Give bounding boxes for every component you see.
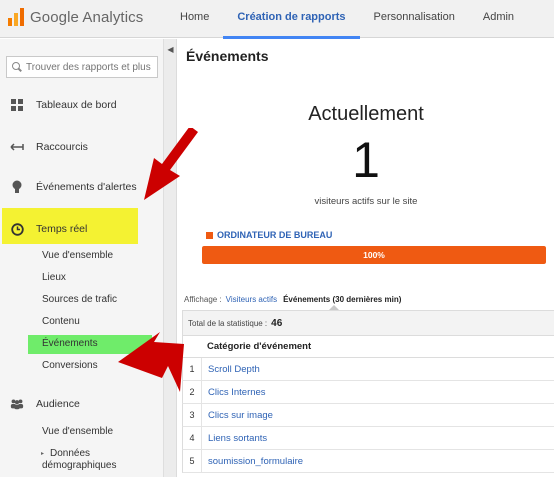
row-index: 5 bbox=[183, 450, 202, 472]
sidebar-subitem-traffic-sources[interactable]: Sources de trafic bbox=[42, 291, 117, 309]
device-share-label: 100% bbox=[363, 250, 385, 260]
page-title: Événements bbox=[186, 48, 269, 64]
expand-triangle-icon: ▸ bbox=[41, 451, 45, 457]
event-category-link[interactable]: Liens sortants bbox=[208, 433, 267, 444]
app-name: Google Analytics bbox=[30, 8, 144, 26]
lightbulb-icon bbox=[10, 180, 24, 194]
sidebar-item-audience[interactable]: Audience bbox=[0, 393, 164, 415]
sidebar-item-label: Audience bbox=[36, 398, 80, 410]
sidebar-item-label: Raccourcis bbox=[36, 141, 88, 153]
device-legend: ORDINATEUR DE BUREAU bbox=[206, 230, 332, 240]
sidebar-item-label: Événements d'alertes bbox=[36, 181, 137, 193]
row-index: 1 bbox=[183, 358, 202, 380]
report-search[interactable] bbox=[6, 56, 158, 78]
events-table: Catégorie d'événement 1 Scroll Depth 2 C… bbox=[182, 336, 554, 473]
table-row: 5 soumission_formulaire bbox=[182, 450, 554, 473]
sidebar-subitem-events[interactable]: Événements bbox=[42, 335, 98, 353]
view-active-visitors-link[interactable]: Visiteurs actifs bbox=[226, 295, 277, 304]
event-category-link[interactable]: Scroll Depth bbox=[208, 364, 260, 375]
row-index: 2 bbox=[183, 381, 202, 403]
nav-home[interactable]: Home bbox=[166, 0, 223, 38]
total-label: Total de la statistique : bbox=[188, 318, 268, 328]
search-icon bbox=[12, 62, 22, 72]
sidebar-collapse-strip[interactable]: ◀ bbox=[164, 39, 177, 477]
table-header: Catégorie d'événement bbox=[182, 336, 554, 358]
top-bar: Google Analytics Home Création de rappor… bbox=[0, 0, 554, 39]
legend-swatch bbox=[206, 231, 213, 239]
row-index: 3 bbox=[183, 404, 202, 426]
view-switch: Affichage : Visiteurs actifs Événements … bbox=[184, 295, 401, 304]
people-icon bbox=[10, 397, 24, 411]
main-content: Événements Actuellement 1 visiteurs acti… bbox=[178, 39, 554, 477]
sidebar-item-dashboards[interactable]: Tableaux de bord bbox=[0, 94, 164, 116]
search-input[interactable] bbox=[26, 61, 154, 73]
clock-icon bbox=[10, 222, 24, 236]
analytics-logo-icon bbox=[8, 8, 24, 26]
sidebar-item-alerts[interactable]: Événements d'alertes bbox=[0, 176, 164, 198]
event-category-link[interactable]: Clics sur image bbox=[208, 410, 273, 421]
event-category-link[interactable]: Clics Internes bbox=[208, 387, 266, 398]
row-index: 4 bbox=[183, 427, 202, 449]
table-row: 1 Scroll Depth bbox=[182, 358, 554, 381]
sidebar-subitem-audience-overview[interactable]: Vue d'ensemble bbox=[42, 423, 113, 441]
top-nav: Home Création de rapports Personnalisati… bbox=[166, 0, 528, 39]
sidebar-item-shortcuts[interactable]: Raccourcis bbox=[0, 136, 164, 158]
view-prefix: Affichage : bbox=[184, 295, 222, 304]
view-events-current[interactable]: Événements (30 dernières min) bbox=[283, 295, 401, 304]
app-logo[interactable]: Google Analytics bbox=[8, 6, 143, 28]
total-stat: Total de la statistique : 46 bbox=[182, 310, 554, 336]
nav-customization[interactable]: Personnalisation bbox=[360, 0, 469, 38]
device-label: ORDINATEUR DE BUREAU bbox=[217, 230, 333, 240]
sidebar-subitem-demographics[interactable]: ▸ Données démographiques bbox=[41, 448, 117, 472]
active-visitor-count: 1 bbox=[352, 132, 380, 188]
column-header-category[interactable]: Catégorie d'événement bbox=[207, 341, 311, 352]
nav-reporting[interactable]: Création de rapports bbox=[223, 0, 360, 39]
sidebar-item-realtime[interactable]: Temps réel bbox=[0, 218, 164, 240]
total-value: 46 bbox=[271, 317, 283, 329]
sidebar-subitem-content[interactable]: Contenu bbox=[42, 313, 80, 331]
shortcut-arrows-icon bbox=[10, 140, 24, 154]
sidebar-subitem-conversions[interactable]: Conversions bbox=[42, 357, 98, 375]
sidebar-subitem-overview[interactable]: Vue d'ensemble bbox=[42, 247, 113, 265]
now-title: Actuellement bbox=[308, 103, 424, 125]
sidebar-subitem-locations[interactable]: Lieux bbox=[42, 269, 66, 287]
sidebar-item-label: Temps réel bbox=[36, 223, 88, 235]
nav-admin[interactable]: Admin bbox=[469, 0, 528, 38]
collapse-arrow-icon[interactable]: ◀ bbox=[165, 43, 176, 57]
grid-icon bbox=[10, 98, 24, 112]
active-visitor-caption: visiteurs actifs sur le site bbox=[314, 196, 418, 207]
event-category-link[interactable]: soumission_formulaire bbox=[208, 456, 303, 467]
sidebar-item-label: Tableaux de bord bbox=[36, 99, 117, 111]
table-row: 4 Liens sortants bbox=[182, 427, 554, 450]
table-row: 2 Clics Internes bbox=[182, 381, 554, 404]
device-share-bar: 100% bbox=[202, 246, 546, 264]
table-row: 3 Clics sur image bbox=[182, 404, 554, 427]
